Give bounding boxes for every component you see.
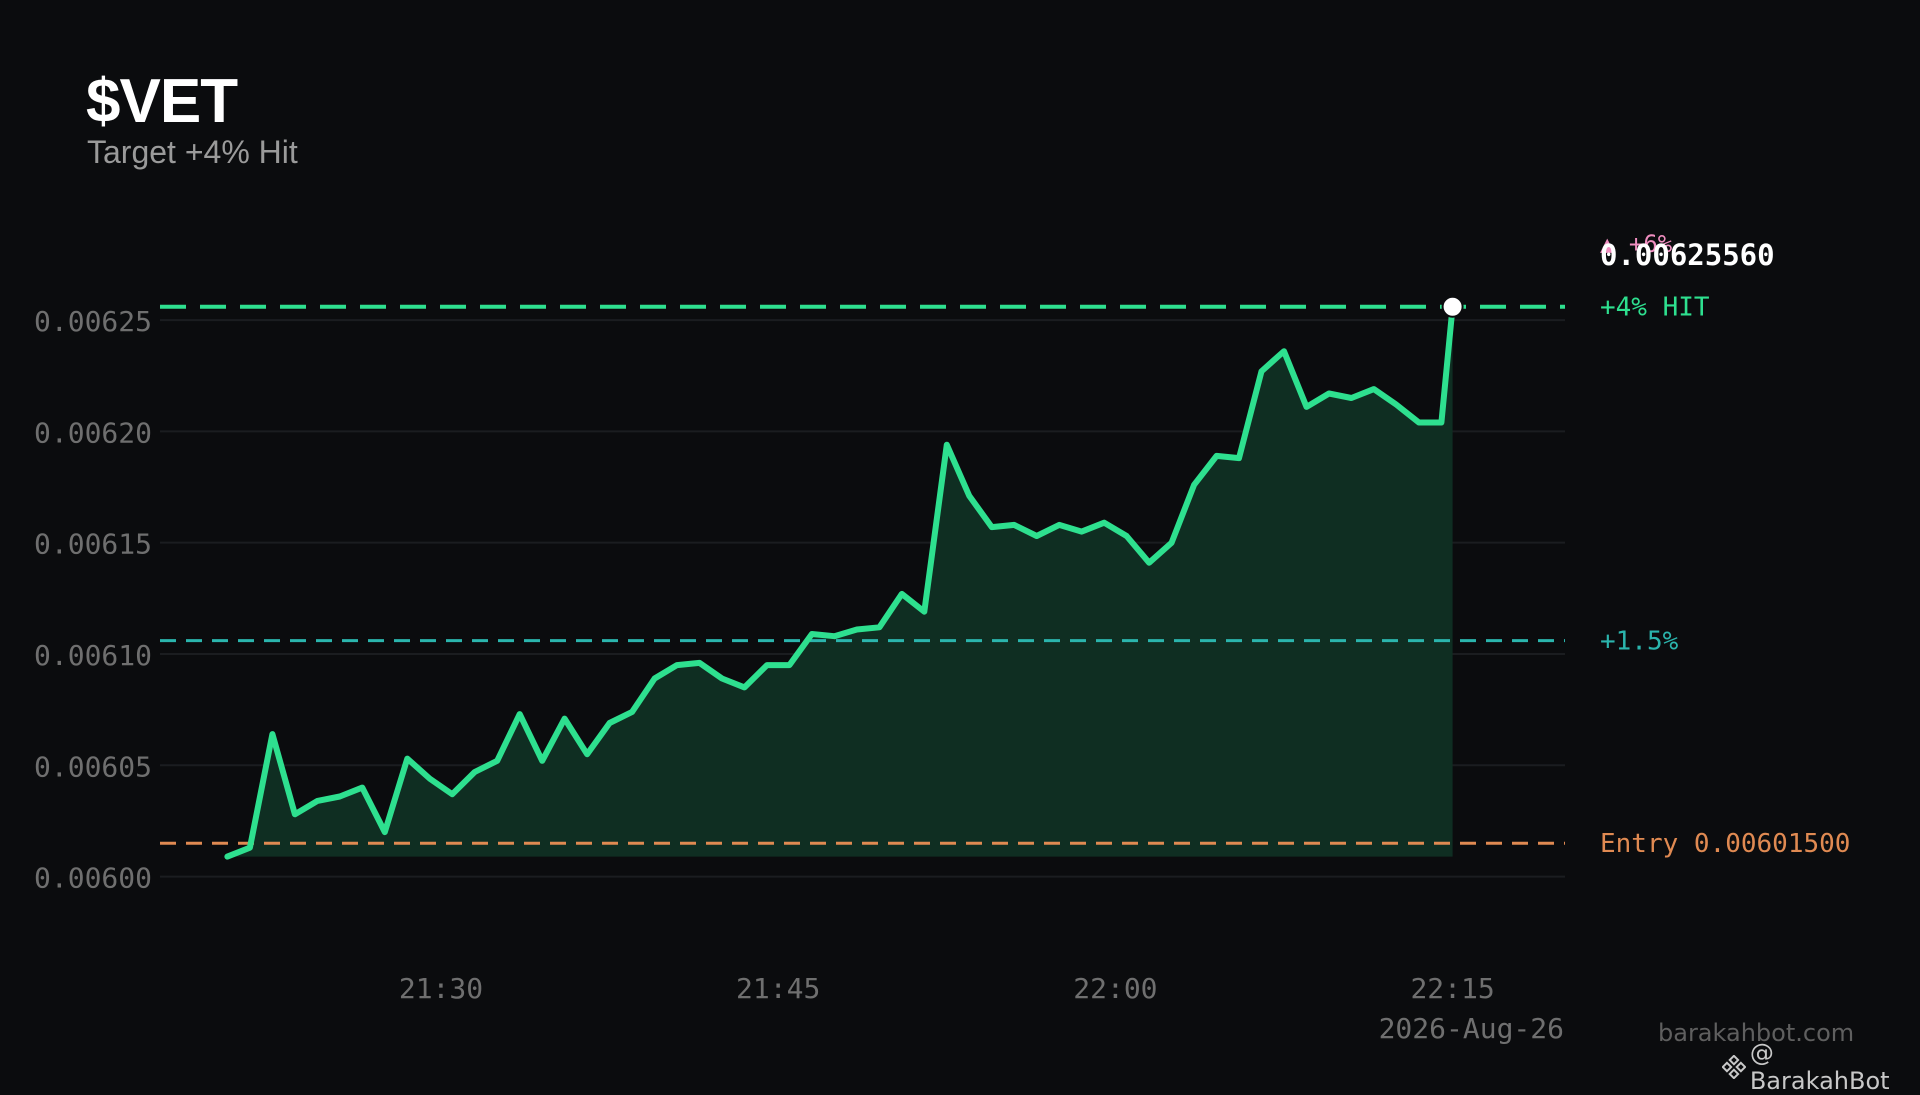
y-tick-label: 0.00600	[34, 862, 152, 895]
entry-label: Entry 0.00601500	[1600, 829, 1850, 859]
x-tick-label: 22:00	[1073, 972, 1157, 1005]
y-tick-label: 0.00620	[34, 416, 152, 449]
chart-title: $VET	[86, 67, 238, 136]
bot-handle: @ BarakahBot	[1722, 1039, 1920, 1095]
y-tick-label: 0.00610	[34, 639, 152, 672]
y-axis-tick-labels: 0.00625 0.00620 0.00615 0.00610 0.00605 0.006…	[34, 305, 152, 895]
x-tick-label: 21:45	[736, 972, 820, 1005]
x-tick-label: 22:15	[1410, 972, 1494, 1005]
chart-subtitle: Target +4% Hit	[87, 134, 298, 170]
x-axis-tick-labels: 21:30 21:45 22:00 22:15	[399, 972, 1495, 1005]
y-tick-label: 0.00615	[34, 528, 152, 561]
last-price-marker	[1441, 295, 1464, 318]
target-1-5-label: +1.5%	[1600, 627, 1679, 657]
price-area-fill	[227, 306, 1453, 857]
bot-handle-text: @ BarakahBot	[1749, 1039, 1890, 1095]
last-price-label: 0.00625560	[1600, 238, 1775, 272]
y-tick-label: 0.00625	[34, 305, 152, 338]
target-4-label: +4% HIT	[1600, 293, 1710, 323]
chart-date: 2026-Aug-26	[1378, 1012, 1564, 1045]
y-tick-label: 0.00605	[34, 750, 152, 783]
x-tick-label: 21:30	[399, 972, 483, 1005]
binance-diamond-icon	[1722, 1055, 1746, 1079]
